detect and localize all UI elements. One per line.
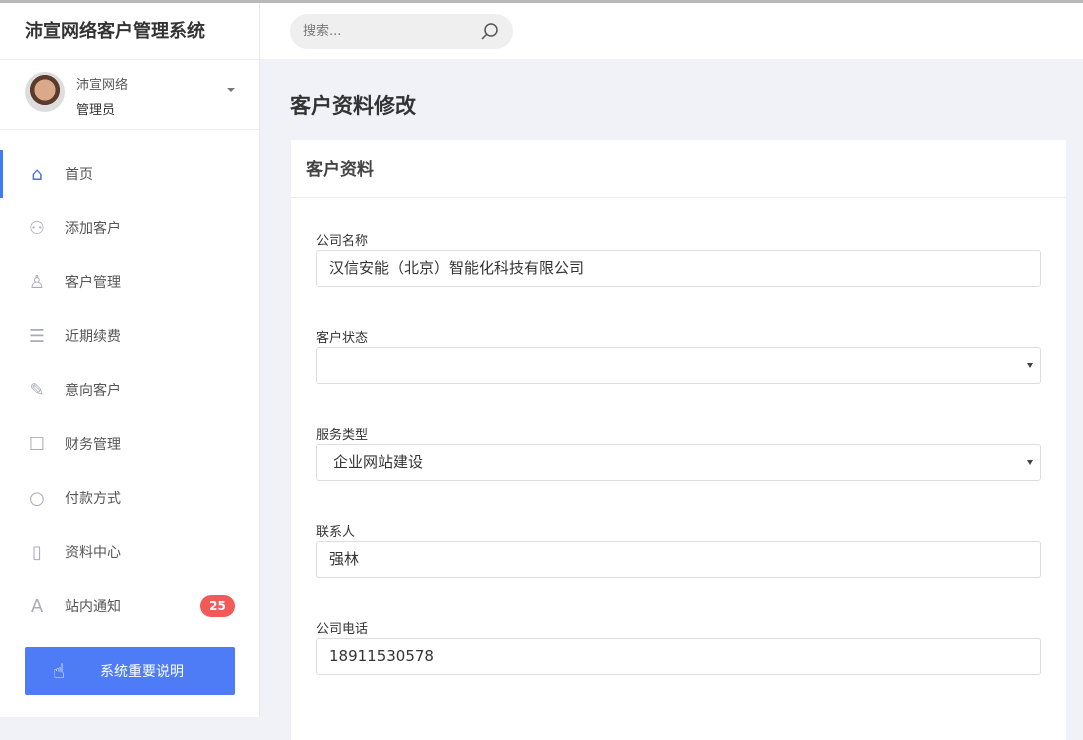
field-label: 客户状态 — [316, 327, 1041, 347]
sidebar-item-label: 首页 — [65, 164, 93, 184]
sidebar-item-renewals[interactable]: ☰ 近期续费 — [0, 309, 259, 363]
select-value: 企业网站建设 — [333, 453, 423, 471]
field-label: 公司电话 — [316, 618, 1041, 638]
book-icon: ▯ — [25, 540, 49, 564]
customer-status-field: 客户状态 — [316, 327, 1041, 384]
field-label: 服务类型 — [316, 424, 1041, 444]
app-title: 沛宣网络客户管理系统 — [0, 3, 259, 60]
system-notes-button[interactable]: ☝ 系统重要说明 — [25, 647, 235, 695]
sidebar-item-label: 财务管理 — [65, 434, 121, 454]
contact-field: 联系人强林 — [316, 521, 1041, 578]
company-phone-input[interactable]: 18911530578 — [316, 638, 1041, 675]
user-menu[interactable]: 沛宣网络 管理员 — [0, 60, 259, 130]
sidebar-item-label: 意向客户 — [65, 380, 121, 400]
field-label: 联系人 — [316, 521, 1041, 541]
inbox-icon: ☐ — [25, 432, 49, 456]
customer-form-card: 客户资料 公司名称汉信安能（北京）智能化科技有限公司 客户状态 服务类型企业网站… — [291, 140, 1066, 740]
hand-pointer-icon: ☝ — [53, 659, 77, 683]
service-type-select[interactable]: 企业网站建设 — [316, 444, 1041, 481]
page-title: 客户资料修改 — [290, 90, 416, 120]
notification-badge: 25 — [200, 595, 235, 617]
sidebar-item-label: 近期续费 — [65, 326, 121, 346]
sidebar-item-notifications[interactable]: A 站内通知 25 — [0, 579, 259, 633]
user-icon: ♙ — [25, 270, 49, 294]
service-type-field: 服务类型企业网站建设 — [316, 424, 1041, 481]
sidebar-item-home[interactable]: ⌂ 首页 — [0, 147, 259, 201]
top-border — [0, 0, 1083, 3]
field-label: 公司名称 — [316, 230, 1041, 250]
unlock-icon: ○ — [25, 486, 49, 510]
sidebar-item-label: 添加客户 — [65, 218, 121, 238]
sidebar-item-label: 付款方式 — [65, 488, 121, 508]
dropdown-arrow-icon — [1027, 363, 1033, 368]
add-user-icon: ⚇ — [25, 216, 49, 240]
sidebar-item-payment[interactable]: ○ 付款方式 — [0, 471, 259, 525]
customer-status-select[interactable] — [316, 347, 1041, 384]
sidebar-item-customers[interactable]: ♙ 客户管理 — [0, 255, 259, 309]
sidebar-nav: ⌂首页 ⚇添加客户 ♙客户管理 ☰近期续费 ✎意向客户 ☐财务管理 ○付款方式 … — [0, 147, 259, 633]
sidebar-item-finance[interactable]: ☐ 财务管理 — [0, 417, 259, 471]
letter-a-icon: A — [25, 594, 49, 618]
contact-input[interactable]: 强林 — [316, 541, 1041, 578]
company-name-input[interactable]: 汉信安能（北京）智能化科技有限公司 — [316, 250, 1041, 287]
sidebar: 沛宣网络客户管理系统 沛宣网络 管理员 ⌂ 首页 ⚇ 添加客户 ♙ 客户管理 ☰ 近期续… — [0, 3, 260, 717]
list-icon: ☰ — [25, 324, 49, 348]
sidebar-item-docs[interactable]: ▯ 资料中心 — [0, 525, 259, 579]
top-header: 搜索... — [260, 3, 1083, 59]
company-phone-field: 公司电话18911530578 — [316, 618, 1041, 675]
system-notes-label: 系统重要说明 — [100, 661, 184, 681]
home-icon: ⌂ — [25, 162, 49, 186]
sidebar-item-label: 资料中心 — [65, 542, 121, 562]
sidebar-item-add-customer[interactable]: ⚇ 添加客户 — [0, 201, 259, 255]
search-icon[interactable] — [481, 23, 499, 41]
sidebar-item-label: 站内通知 — [65, 596, 121, 616]
user-role: 管理员 — [76, 99, 115, 118]
company-name-field: 公司名称汉信安能（北京）智能化科技有限公司 — [316, 230, 1041, 287]
search-input[interactable]: 搜索... — [290, 14, 513, 49]
dropdown-arrow-icon — [1027, 460, 1033, 465]
sidebar-item-label: 客户管理 — [65, 272, 121, 292]
avatar — [25, 72, 65, 112]
sidebar-item-prospects[interactable]: ✎ 意向客户 — [0, 363, 259, 417]
search-placeholder: 搜索... — [303, 24, 341, 39]
card-title: 客户资料 — [291, 140, 1066, 198]
edit-icon: ✎ — [25, 378, 49, 402]
caret-down-icon[interactable] — [227, 88, 235, 92]
user-name: 沛宣网络 — [76, 74, 128, 93]
